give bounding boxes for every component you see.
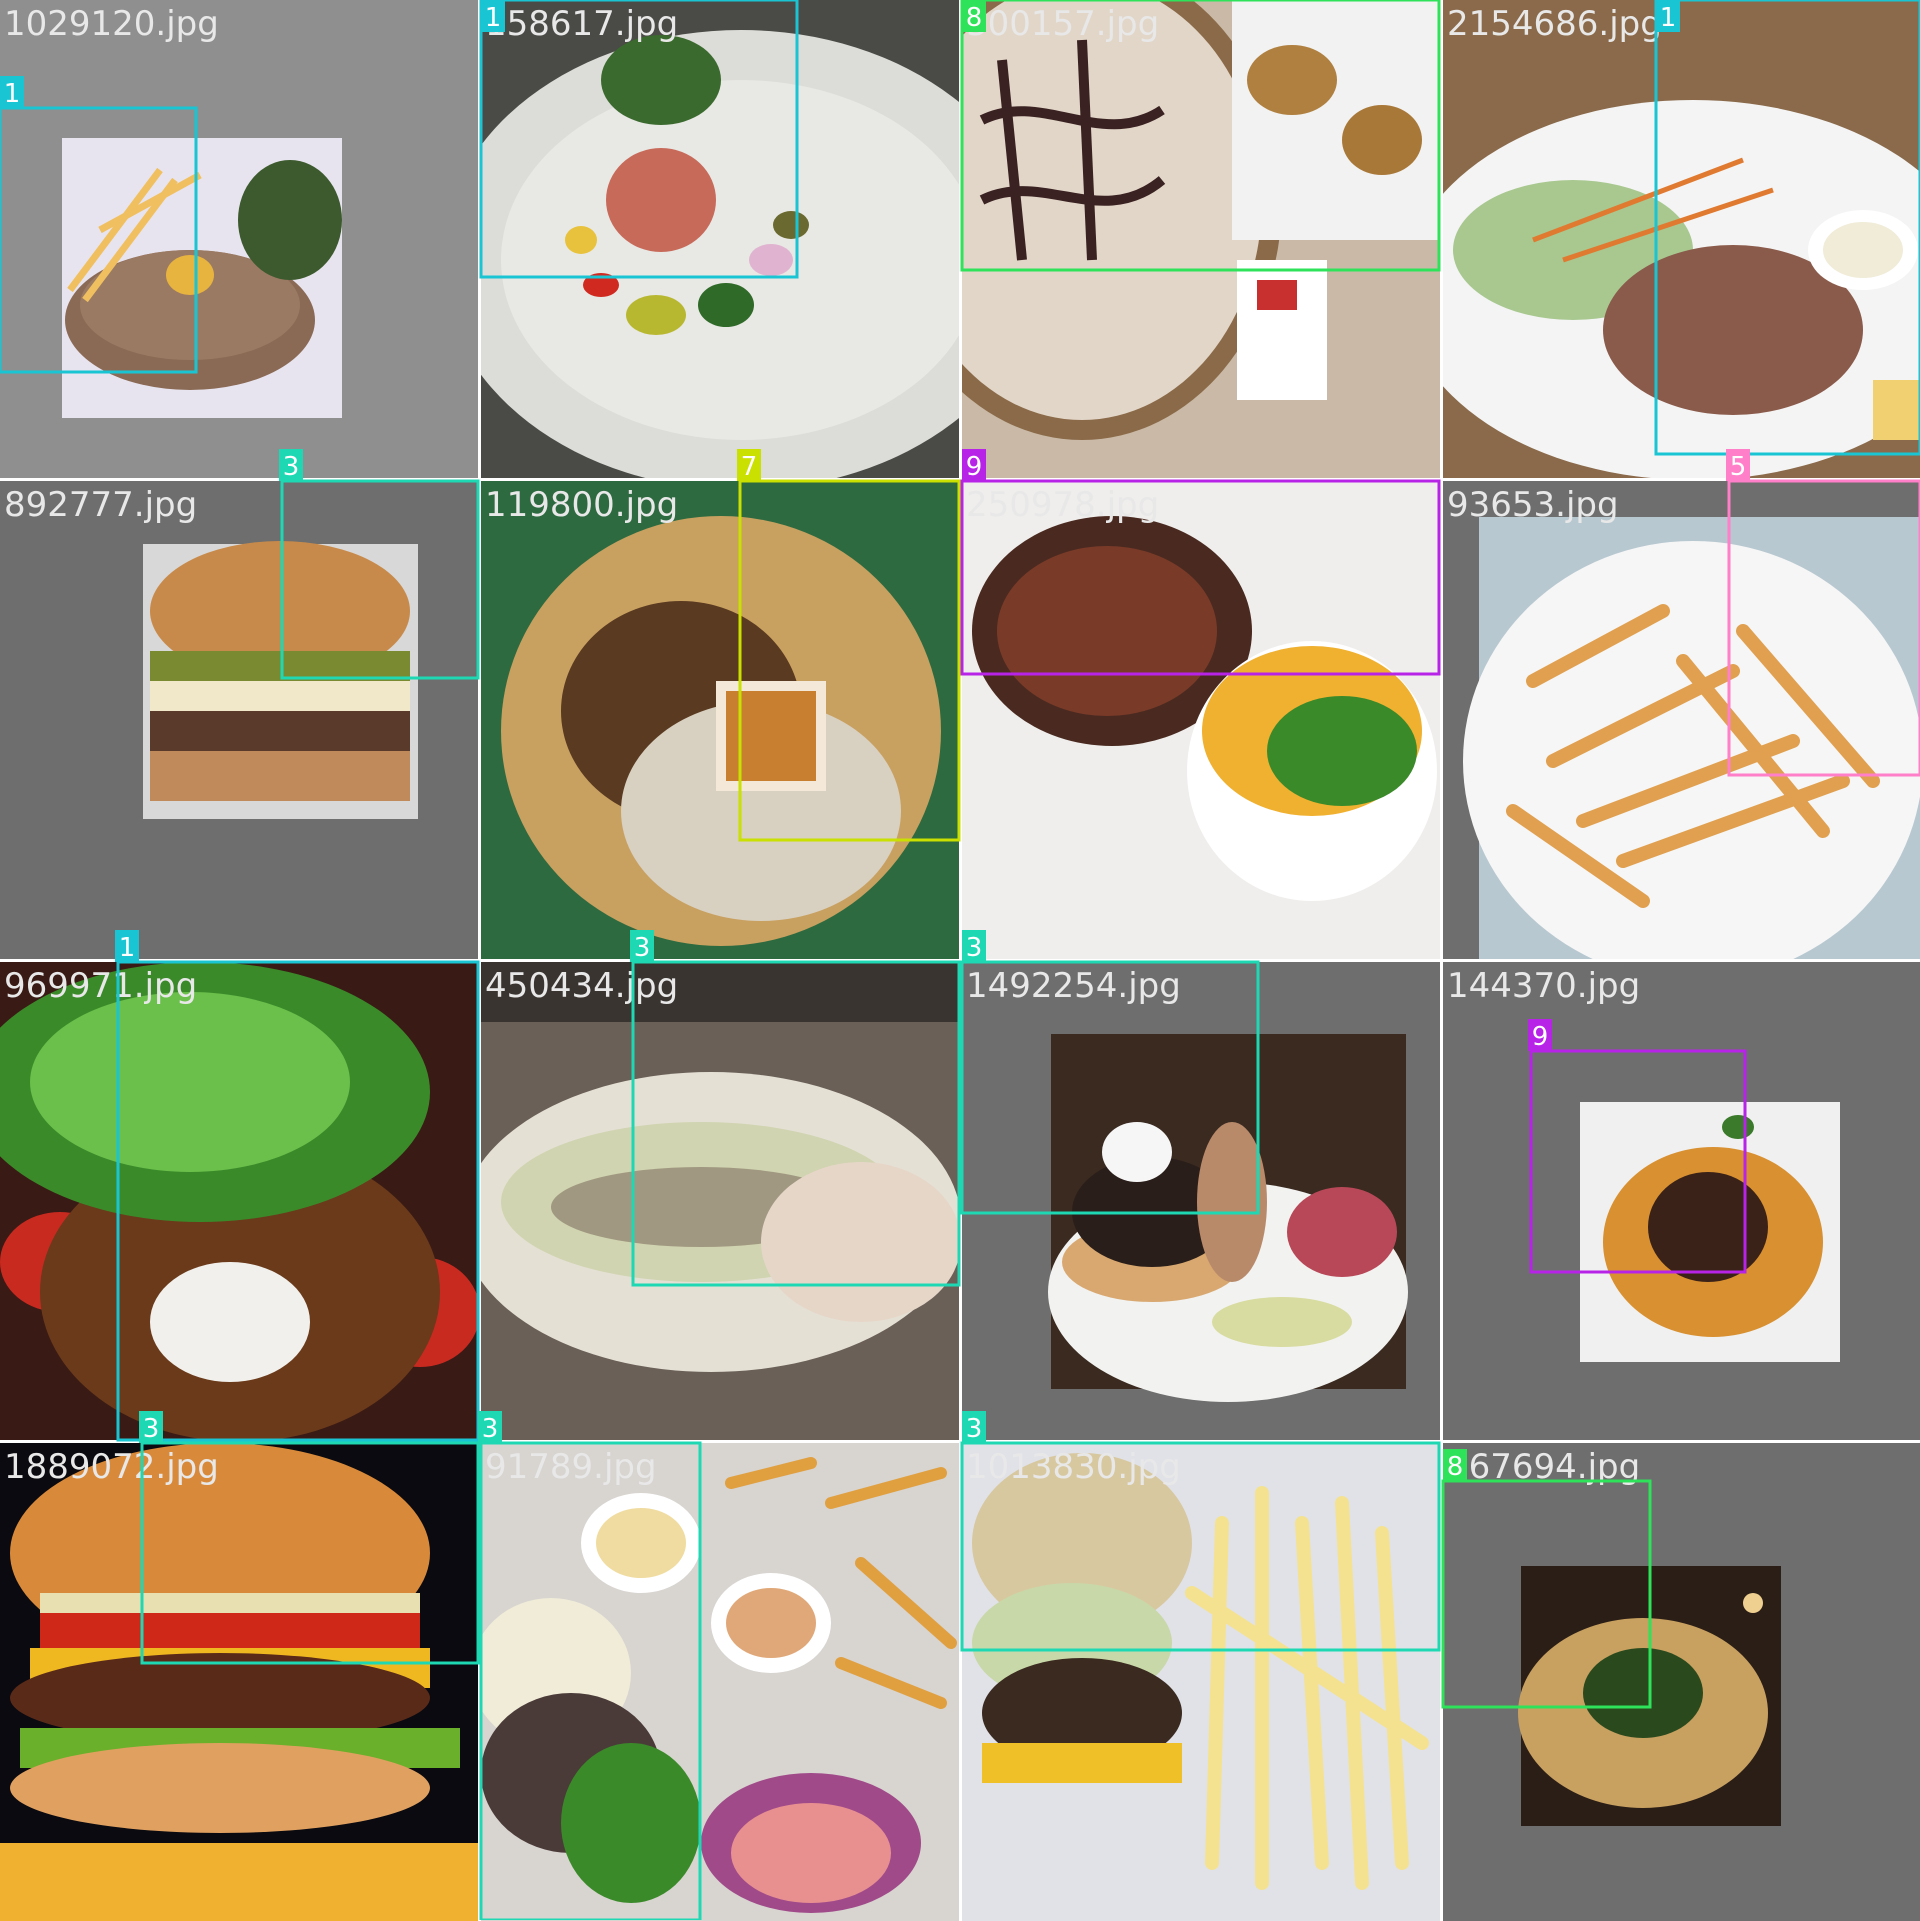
- image-filename: 250978.jpg: [966, 485, 1160, 525]
- image-filename: 1029120.jpg: [4, 4, 219, 44]
- image-filename: 91789.jpg: [485, 1447, 657, 1487]
- food-photo: [1443, 962, 1920, 1440]
- image-filename: 1889072.jpg: [4, 1447, 219, 1487]
- image-filename: 300157.jpg: [966, 4, 1160, 44]
- image-filename: 892777.jpg: [4, 485, 198, 525]
- tile: 2154686.jpg: [1443, 0, 1920, 478]
- tile: 867694.jpg: [1443, 1443, 1920, 1921]
- image-mosaic: 1029120.jpg 158617.jpg 300157.jpg 215468…: [0, 0, 1920, 1921]
- image-filename: 450434.jpg: [485, 966, 679, 1006]
- image-filename: 158617.jpg: [485, 4, 679, 44]
- food-photo: [1443, 0, 1920, 478]
- tile: 119800.jpg: [481, 481, 959, 959]
- tile: 1013830.jpg: [962, 1443, 1440, 1921]
- image-filename: 93653.jpg: [1447, 485, 1619, 525]
- tile: 91789.jpg: [481, 1443, 959, 1921]
- food-photo: [0, 0, 478, 478]
- food-photo: [481, 0, 959, 478]
- tile: 1492254.jpg: [962, 962, 1440, 1440]
- food-photo: [481, 481, 959, 959]
- tile: 158617.jpg: [481, 0, 959, 478]
- food-photo: [481, 962, 959, 1440]
- image-filename: 969971.jpg: [4, 966, 198, 1006]
- tile: 300157.jpg: [962, 0, 1440, 478]
- food-photo: [962, 0, 1440, 478]
- tile: 1889072.jpg: [0, 1443, 478, 1921]
- food-photo: [0, 962, 478, 1440]
- food-photo: [481, 1443, 959, 1921]
- image-filename: 144370.jpg: [1447, 966, 1641, 1006]
- food-photo: [0, 481, 478, 959]
- tile: 969971.jpg: [0, 962, 478, 1440]
- image-filename: 1013830.jpg: [966, 1447, 1181, 1487]
- tile: 892777.jpg: [0, 481, 478, 959]
- food-photo: [0, 1443, 478, 1921]
- food-photo: [962, 1443, 1440, 1921]
- food-photo: [962, 962, 1440, 1440]
- tile: 250978.jpg: [962, 481, 1440, 959]
- food-photo: [962, 481, 1440, 959]
- tile: 144370.jpg: [1443, 962, 1920, 1440]
- tile: 450434.jpg: [481, 962, 959, 1440]
- image-filename: 1492254.jpg: [966, 966, 1181, 1006]
- image-filename: 119800.jpg: [485, 485, 679, 525]
- food-photo: [1443, 1443, 1920, 1921]
- image-filename: 867694.jpg: [1447, 1447, 1641, 1487]
- tile: 93653.jpg: [1443, 481, 1920, 959]
- food-photo: [1443, 481, 1920, 959]
- tile: 1029120.jpg: [0, 0, 478, 478]
- image-filename: 2154686.jpg: [1447, 4, 1662, 44]
